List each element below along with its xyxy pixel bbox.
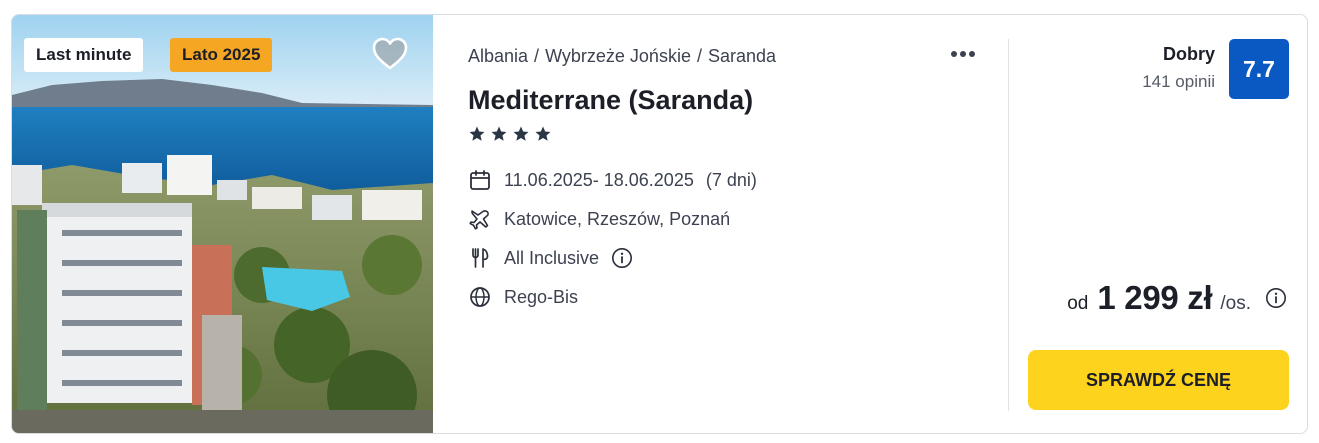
hotel-photo[interactable]: Last minute Lato 2025 [12, 15, 433, 433]
breadcrumb-separator: / [696, 46, 702, 66]
departure-airports: Katowice, Rzeszów, Poznań [468, 206, 730, 232]
info-icon[interactable] [1265, 287, 1287, 309]
plane-icon [469, 210, 489, 230]
heart-icon [372, 37, 408, 70]
departure-airports-value: Katowice, Rzeszów, Poznań [504, 208, 731, 229]
favorite-button[interactable] [372, 37, 408, 71]
hotel-name[interactable]: Mediterrane (Saranda) [468, 85, 753, 116]
column-divider [1008, 39, 1009, 411]
breadcrumb-separator: / [534, 46, 540, 66]
board-type: All Inclusive [468, 245, 633, 271]
tour-operator-value: Rego-Bis [504, 286, 579, 307]
check-price-button[interactable]: SPRAWDŹ CENĘ [1028, 350, 1289, 410]
price-prefix: od [1067, 293, 1089, 314]
star-icon [513, 126, 529, 141]
price-amount: 1 299 zł [1097, 279, 1213, 316]
trip-dates-value: 11.06.2025- 18.06.2025 [504, 169, 694, 190]
trip-dates: 11.06.2025- 18.06.2025 (7 dni) [468, 167, 757, 193]
trip-duration: (7 dni) [705, 169, 757, 190]
hotel-photo-image [12, 15, 433, 433]
board-type-value: All Inclusive [504, 247, 600, 268]
cutlery-icon [472, 248, 489, 268]
breadcrumb-region[interactable]: Wybrzeże Jońskie [545, 46, 691, 66]
reviews-count[interactable]: 141 opinii [1142, 72, 1215, 92]
globe-icon [470, 287, 490, 307]
star-icon [469, 126, 485, 141]
breadcrumb: Albania / Wybrzeże Jońskie / Saranda [468, 46, 776, 67]
tour-operator: Rego-Bis [468, 284, 578, 310]
hotel-stars [468, 125, 552, 145]
season-badge: Lato 2025 [170, 38, 273, 72]
calendar-icon [470, 170, 490, 190]
star-icon [491, 126, 507, 141]
info-icon[interactable] [611, 247, 633, 269]
rating-label: Dobry [1162, 44, 1215, 64]
more-dots-icon [951, 44, 978, 61]
star-icon [535, 126, 551, 141]
rating-score-badge: 7.7 [1229, 39, 1289, 99]
breadcrumb-city[interactable]: Saranda [708, 46, 776, 66]
more-options-button[interactable] [951, 44, 983, 68]
price: od 1 299 zł /os. [1067, 279, 1287, 317]
price-suffix: /os. [1220, 293, 1251, 314]
offer-details: Albania / Wybrzeże Jońskie / Saranda Mediter… [468, 15, 1008, 433]
last-minute-badge: Last minute [24, 38, 144, 72]
breadcrumb-country[interactable]: Albania [468, 46, 528, 66]
offer-card[interactable]: Last minute Lato 2025 Albania / Wybrzeże J… [11, 14, 1308, 434]
